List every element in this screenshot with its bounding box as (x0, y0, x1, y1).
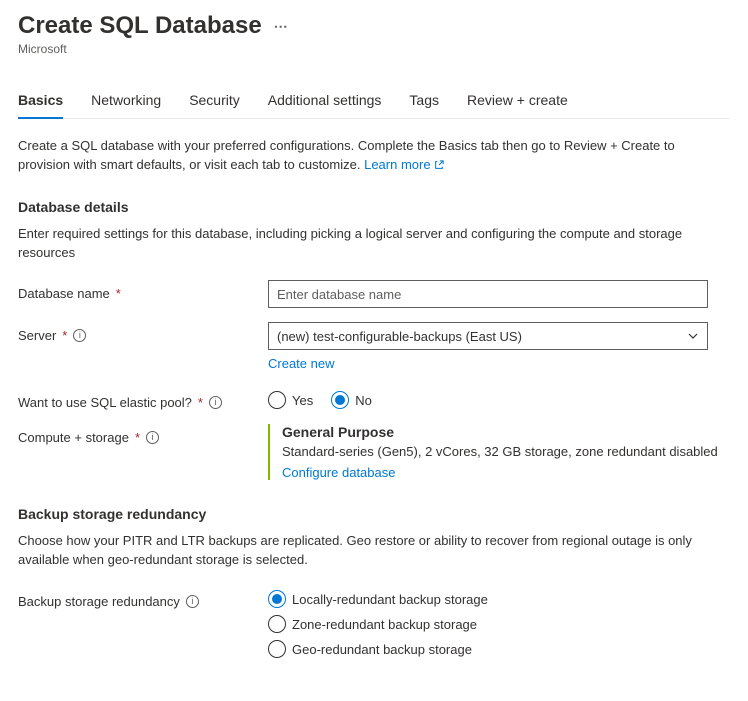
configure-database-link[interactable]: Configure database (282, 465, 395, 480)
radio-label: Zone-redundant backup storage (292, 617, 477, 632)
page-title: Create SQL Database (18, 12, 262, 40)
tab-review-create[interactable]: Review + create (467, 84, 568, 118)
radio-icon (268, 590, 286, 608)
section-backup-title: Backup storage redundancy (18, 506, 730, 522)
learn-more-link[interactable]: Learn more (364, 157, 444, 172)
tab-tags[interactable]: Tags (409, 84, 439, 118)
backup-option-zone-redundant[interactable]: Zone-redundant backup storage (268, 615, 730, 633)
radio-icon (268, 640, 286, 658)
elastic-pool-no[interactable]: No (331, 391, 372, 409)
required-indicator: * (116, 286, 121, 301)
elastic-pool-label: Want to use SQL elastic pool? (18, 395, 192, 410)
info-icon[interactable]: i (73, 329, 86, 342)
radio-label: No (355, 393, 372, 408)
info-icon[interactable]: i (186, 595, 199, 608)
elastic-pool-yes[interactable]: Yes (268, 391, 313, 409)
backup-option-locally-redundant[interactable]: Locally-redundant backup storage (268, 590, 730, 608)
compute-tier: General Purpose (282, 424, 730, 440)
server-select[interactable]: (new) test-configurable-backups (East US… (268, 322, 708, 350)
create-new-server-link[interactable]: Create new (268, 356, 334, 371)
info-icon[interactable]: i (209, 396, 222, 409)
tab-networking[interactable]: Networking (91, 84, 161, 118)
backup-redundancy-label: Backup storage redundancy (18, 594, 180, 609)
backup-option-geo-redundant[interactable]: Geo-redundant backup storage (268, 640, 730, 658)
chevron-down-icon (687, 330, 699, 342)
page-subtitle: Microsoft (18, 42, 730, 56)
more-actions-icon[interactable]: ⋯ (274, 18, 290, 35)
section-database-details-desc: Enter required settings for this databas… (18, 225, 730, 263)
compute-storage-label: Compute + storage (18, 430, 129, 445)
radio-icon (268, 391, 286, 409)
database-name-label: Database name (18, 286, 110, 301)
radio-icon (331, 391, 349, 409)
external-link-icon (434, 160, 444, 170)
tab-basics[interactable]: Basics (18, 84, 63, 118)
compute-summary: General Purpose Standard-series (Gen5), … (268, 424, 730, 480)
radio-label: Locally-redundant backup storage (292, 592, 488, 607)
required-indicator: * (198, 395, 203, 410)
section-backup-desc: Choose how your PITR and LTR backups are… (18, 532, 730, 570)
server-select-value: (new) test-configurable-backups (East US… (277, 329, 522, 344)
tab-security[interactable]: Security (189, 84, 240, 118)
database-name-input[interactable] (268, 280, 708, 308)
compute-desc: Standard-series (Gen5), 2 vCores, 32 GB … (282, 444, 730, 459)
intro-body: Create a SQL database with your preferre… (18, 138, 675, 172)
radio-icon (268, 615, 286, 633)
tab-bar: Basics Networking Security Additional se… (18, 84, 730, 119)
required-indicator: * (135, 430, 140, 445)
info-icon[interactable]: i (146, 431, 159, 444)
server-label: Server (18, 328, 56, 343)
section-database-details-title: Database details (18, 199, 730, 215)
required-indicator: * (62, 328, 67, 343)
intro-text: Create a SQL database with your preferre… (18, 137, 730, 175)
tab-additional-settings[interactable]: Additional settings (268, 84, 382, 118)
radio-label: Geo-redundant backup storage (292, 642, 472, 657)
radio-label: Yes (292, 393, 313, 408)
